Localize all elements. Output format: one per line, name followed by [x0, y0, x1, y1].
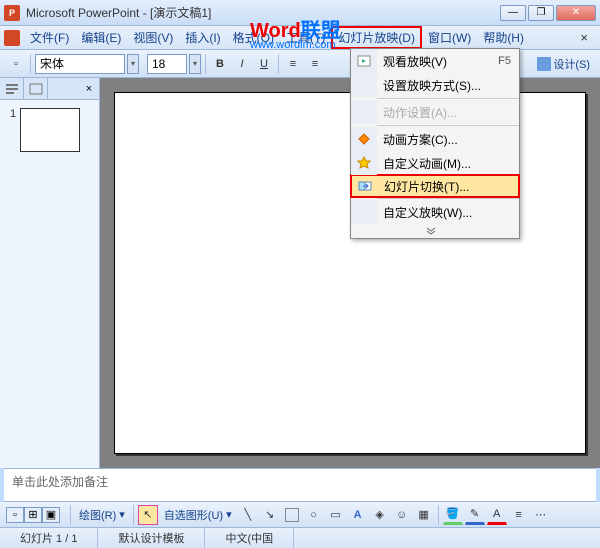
status-template: 默认设计模板 [98, 528, 205, 548]
outline-panel: × 1 [0, 78, 100, 468]
menu-insert[interactable]: 插入(I) [179, 27, 226, 48]
menu-separator [377, 198, 519, 199]
design-button[interactable]: 设计(S) [533, 56, 594, 72]
normal-view-button[interactable]: ▫ [6, 507, 24, 523]
menu-separator [377, 98, 519, 99]
separator [133, 505, 134, 525]
menu-custom-show[interactable]: 自定义放映(W)... [351, 200, 519, 224]
window-buttons: — ❐ ✕ [500, 5, 596, 21]
draw-menu[interactable]: 绘图(R) ▾ [75, 507, 129, 523]
separator [70, 505, 71, 525]
view-buttons: ▫ ⊞ ▣ [6, 507, 60, 523]
font-name-select[interactable]: 宋体 [35, 54, 125, 74]
status-slide: 幻灯片 1 / 1 [0, 528, 98, 548]
pointer-button[interactable]: ↖ [138, 505, 158, 525]
slideshow-view-button[interactable]: ▣ [42, 507, 60, 523]
new-button[interactable]: ▫ [6, 54, 26, 74]
custom-anim-icon [351, 151, 377, 175]
slide-thumbnail[interactable]: 1 [10, 108, 89, 152]
slide-mini-preview [20, 108, 80, 152]
underline-button[interactable]: U [254, 54, 274, 74]
app-icon: P [4, 5, 20, 21]
diagram-button[interactable]: ◈ [370, 505, 390, 525]
fill-color-button[interactable]: 🪣 [443, 505, 463, 525]
autoshape-menu[interactable]: 自选图形(U) ▾ [160, 507, 236, 523]
design-label: 设计(S) [553, 56, 590, 72]
menu-slideshow[interactable]: 幻灯片放映(D) [331, 26, 422, 49]
menu-format[interactable]: 格式(O) [227, 27, 280, 48]
status-language: 中文(中国 [205, 528, 294, 548]
slideshow-dropdown: 观看放映(V) F5 设置放映方式(S)... 动作设置(A)... 动画方案(… [350, 48, 520, 239]
minimize-button[interactable]: — [500, 5, 526, 21]
menu-edit[interactable]: 编辑(E) [75, 27, 127, 48]
menu-custom-animation[interactable]: 自定义动画(M)... [351, 151, 519, 175]
outline-tab-slides[interactable] [24, 78, 48, 99]
outline-close[interactable]: × [79, 78, 99, 99]
separator [278, 54, 279, 74]
clipart-button[interactable]: ☺ [392, 505, 412, 525]
status-bar: 幻灯片 1 / 1 默认设计模板 中文(中国 [0, 528, 600, 548]
window-title: Microsoft PowerPoint - [演示文稿1] [26, 4, 500, 21]
bold-button[interactable]: B [210, 54, 230, 74]
slide-number: 1 [10, 108, 16, 120]
dash-style-button[interactable]: ⋯ [531, 505, 551, 525]
align-left-button[interactable]: ≡ [283, 54, 303, 74]
menu-expand[interactable] [351, 224, 519, 238]
line-style-button[interactable]: ≡ [509, 505, 529, 525]
font-name-value: 宋体 [40, 55, 64, 72]
separator [30, 54, 31, 74]
close-button[interactable]: ✕ [556, 5, 596, 21]
sorter-view-button[interactable]: ⊞ [24, 507, 42, 523]
menu-bar: 文件(F) 编辑(E) 视图(V) 插入(I) 格式(O) 工具(T) 幻灯片放… [0, 26, 600, 50]
align-center-button[interactable]: ≡ [305, 54, 325, 74]
line-button[interactable]: ╲ [238, 505, 258, 525]
line-color-button[interactable]: ✎ [465, 505, 485, 525]
menu-view-show[interactable]: 观看放映(V) F5 [351, 49, 519, 73]
doc-close-button[interactable]: × [572, 30, 596, 45]
oval-button[interactable]: ○ [304, 505, 324, 525]
font-name-dropdown[interactable]: ▾ [127, 54, 139, 74]
design-icon [537, 57, 551, 71]
menu-window[interactable]: 窗口(W) [422, 27, 477, 48]
menu-file[interactable]: 文件(F) [24, 27, 75, 48]
transition-icon [352, 176, 378, 196]
menu-action-settings: 动作设置(A)... [351, 100, 519, 124]
maximize-button[interactable]: ❐ [528, 5, 554, 21]
chevron-down-icon [426, 227, 436, 235]
scheme-icon [351, 127, 377, 151]
textbox-button[interactable]: ▭ [326, 505, 346, 525]
wordart-button[interactable]: A [348, 505, 368, 525]
font-size-dropdown[interactable]: ▾ [189, 54, 201, 74]
menu-separator [377, 125, 519, 126]
arrow-button[interactable]: ↘ [260, 505, 280, 525]
app-menu-icon[interactable] [4, 30, 20, 46]
italic-button[interactable]: I [232, 54, 252, 74]
menu-animation-scheme[interactable]: 动画方案(C)... [351, 127, 519, 151]
font-color-button[interactable]: A [487, 505, 507, 525]
picture-button[interactable]: ▦ [414, 505, 434, 525]
drawing-toolbar: ▫ ⊞ ▣ 绘图(R) ▾ ↖ 自选图形(U) ▾ ╲ ↘ ○ ▭ A ◈ ☺ … [0, 502, 600, 528]
font-size-value: 18 [152, 57, 165, 71]
separator [438, 505, 439, 525]
menu-view[interactable]: 视图(V) [127, 27, 179, 48]
title-bar: P Microsoft PowerPoint - [演示文稿1] — ❐ ✕ [0, 0, 600, 26]
menu-tools[interactable]: 工具(T) [280, 27, 331, 48]
outline-tab-text[interactable] [0, 78, 24, 99]
notes-pane[interactable]: 单击此处添加备注 [4, 468, 596, 502]
separator [205, 54, 206, 74]
play-icon [351, 49, 377, 73]
font-size-select[interactable]: 18 [147, 54, 187, 74]
menu-help[interactable]: 帮助(H) [477, 27, 530, 48]
menu-slide-transition[interactable]: 幻灯片切换(T)... [350, 174, 520, 198]
rect-button[interactable] [282, 505, 302, 525]
outline-tabs: × [0, 78, 99, 100]
menu-setup-show[interactable]: 设置放映方式(S)... [351, 73, 519, 97]
